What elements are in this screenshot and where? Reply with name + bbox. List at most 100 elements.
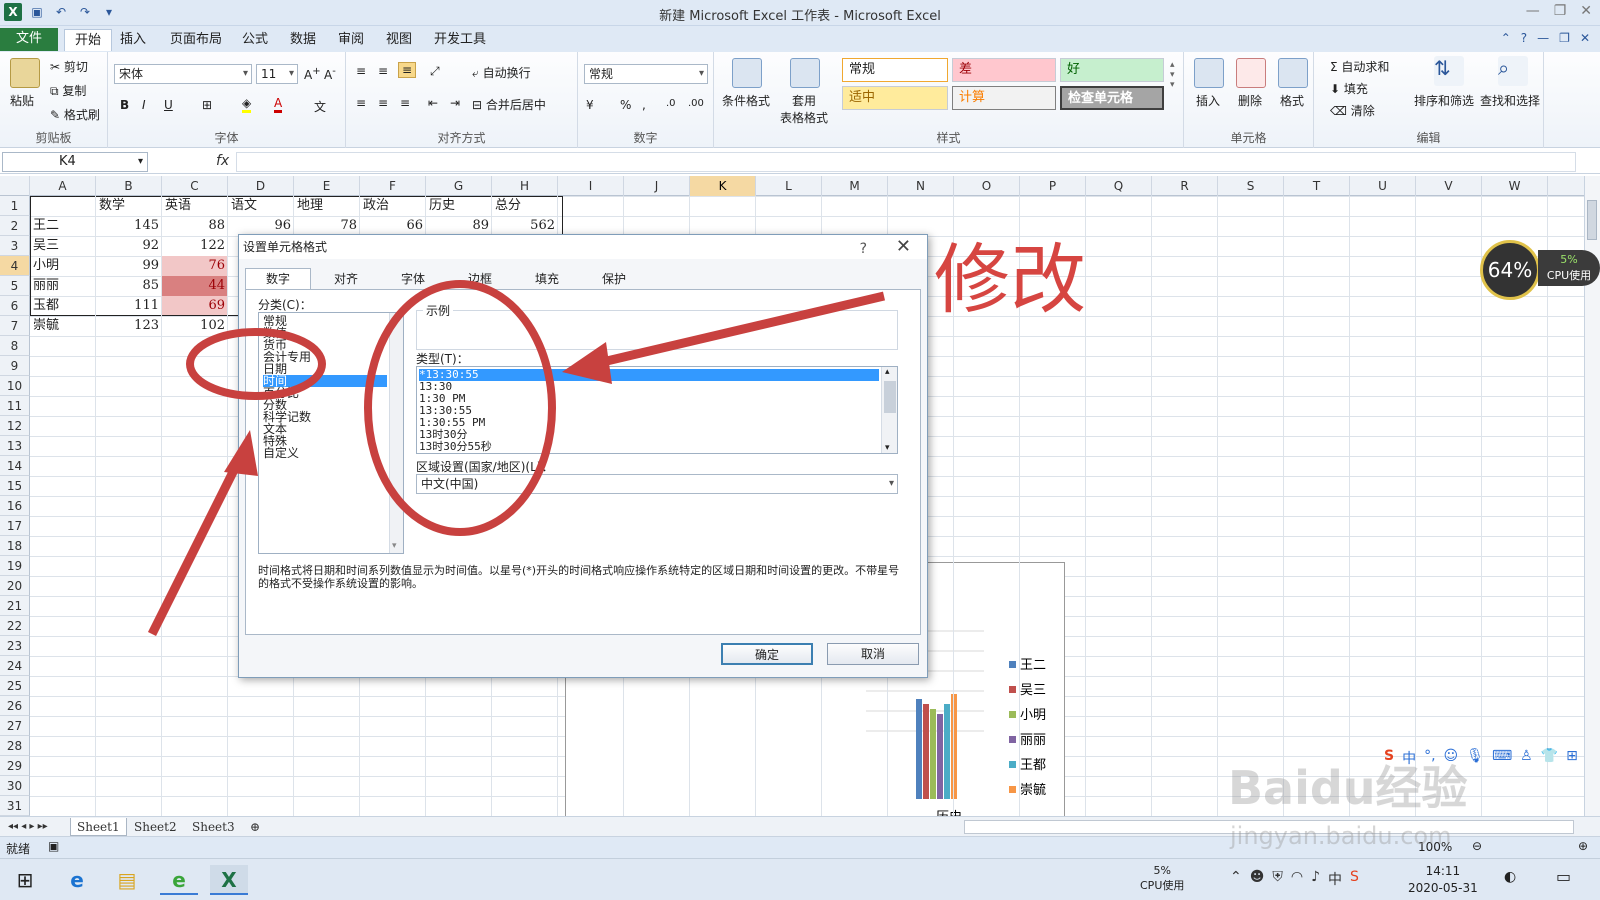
score-cell[interactable]: 123 <box>96 316 162 336</box>
row-header-25[interactable]: 25 <box>0 676 30 696</box>
row-header-5[interactable]: 5 <box>0 276 30 296</box>
tab-formulas[interactable]: 公式 <box>232 29 278 51</box>
align-left-icon[interactable]: ≡ <box>356 96 366 110</box>
name-box[interactable]: K4 <box>2 152 148 172</box>
help-icon[interactable]: ? <box>1521 31 1527 45</box>
sogou-icon[interactable]: S <box>1350 869 1359 889</box>
border-icon[interactable]: ⊞ <box>202 98 212 112</box>
row-header-23[interactable]: 23 <box>0 636 30 656</box>
column-header-i[interactable]: I <box>558 176 624 196</box>
row-header-12[interactable]: 12 <box>0 416 30 436</box>
tray-expand-icon[interactable]: ⌃ <box>1230 869 1242 889</box>
ok-button[interactable]: 确定 <box>721 643 813 665</box>
column-header-f[interactable]: F <box>360 176 426 196</box>
table-header-cell[interactable]: 政治 <box>360 196 426 216</box>
table-cell[interactable] <box>30 196 96 216</box>
doc-close-icon[interactable]: ✕ <box>1580 31 1590 45</box>
column-header-s[interactable]: S <box>1218 176 1284 196</box>
style-neutral[interactable]: 适中 <box>842 86 948 110</box>
styles-scroll-icon[interactable]: ▴ ▾ ▾ <box>1170 60 1175 90</box>
vertical-scroll-thumb[interactable] <box>1587 200 1597 240</box>
collapse-ribbon-icon[interactable]: ⌃ <box>1501 31 1511 45</box>
type-item[interactable]: 13时30分55秒 <box>419 441 879 453</box>
style-check-cell[interactable]: 检查单元格 <box>1060 86 1164 110</box>
dialog-tab-number[interactable]: 数字 <box>245 268 311 290</box>
fill-button[interactable]: ⬇ 填充 <box>1330 80 1368 97</box>
close-window-icon[interactable]: ✕ <box>1580 3 1592 19</box>
column-header-j[interactable]: J <box>624 176 690 196</box>
student-name-cell[interactable]: 吴三 <box>30 236 96 256</box>
type-item[interactable]: 13:30 <box>419 381 879 393</box>
row-header-13[interactable]: 13 <box>0 436 30 456</box>
table-header-cell[interactable]: 语文 <box>228 196 294 216</box>
style-good[interactable]: 好 <box>1060 58 1164 82</box>
ime-menu-icon[interactable]: ⊞ <box>1566 748 1578 768</box>
score-cell[interactable]: 102 <box>162 316 228 336</box>
type-item[interactable]: 1:30:55 PM <box>419 417 879 429</box>
tab-view[interactable]: 视图 <box>376 29 422 51</box>
restore-icon[interactable]: ❐ <box>1554 3 1567 19</box>
column-header-a[interactable]: A <box>30 176 96 196</box>
type-item[interactable]: *13:30:55 <box>419 369 879 381</box>
column-header-n[interactable]: N <box>888 176 954 196</box>
tab-review[interactable]: 审阅 <box>328 29 374 51</box>
paste-button[interactable]: 粘贴 <box>10 92 34 109</box>
sort-filter-icon[interactable]: ⇅ <box>1434 56 1464 86</box>
format-as-table-button[interactable]: 套用 表格格式 <box>780 92 828 126</box>
score-cell[interactable]: 76 <box>162 256 228 276</box>
autosum-button[interactable]: Σ 自动求和 <box>1330 58 1389 75</box>
find-select-icon[interactable]: ⌕ <box>1498 56 1528 86</box>
row-header-20[interactable]: 20 <box>0 576 30 596</box>
type-scroll-up-icon[interactable]: ▴ <box>885 367 890 377</box>
row-header-18[interactable]: 18 <box>0 536 30 556</box>
edge-browser-icon[interactable]: e <box>58 865 96 895</box>
sort-filter-button[interactable]: 排序和筛选 <box>1414 92 1474 109</box>
taskbar-clock[interactable]: 14:11 2020-05-31 <box>1408 863 1478 897</box>
sheet-tab-2[interactable]: Sheet2 <box>128 818 183 836</box>
format-cells-button[interactable]: 格式 <box>1280 92 1304 109</box>
bold-icon[interactable]: B <box>120 98 129 112</box>
score-cell[interactable]: 89 <box>426 216 492 236</box>
number-format-combo[interactable]: 常规 <box>584 64 708 84</box>
zoom-in-icon[interactable]: ⊕ <box>1578 839 1588 853</box>
dialog-tab-border[interactable]: 边框 <box>447 269 513 289</box>
formula-input[interactable] <box>236 152 1576 172</box>
score-cell[interactable]: 69 <box>162 296 228 316</box>
row-header-30[interactable]: 30 <box>0 776 30 796</box>
type-scroll-thumb[interactable] <box>884 381 896 413</box>
sheet-tab-1[interactable]: Sheet1 <box>70 818 127 836</box>
student-name-cell[interactable]: 玉都 <box>30 296 96 316</box>
row-header-7[interactable]: 7 <box>0 316 30 336</box>
increase-decimal-icon[interactable]: .0 <box>666 98 676 109</box>
category-list[interactable]: ▾ 常规 数值 货币 会计专用 日期 时间 百分比 分数 科学记数 文本 特殊 自定义 <box>258 312 404 554</box>
weather-icon[interactable]: ◐ <box>1504 869 1516 885</box>
dialog-help-button[interactable]: ? <box>860 237 867 261</box>
currency-icon[interactable]: ¥ <box>586 98 594 112</box>
paste-icon[interactable] <box>10 58 40 88</box>
column-header-o[interactable]: O <box>954 176 1020 196</box>
zoom-out-icon[interactable]: ⊖ <box>1472 839 1482 853</box>
type-scrollbar[interactable]: ▴ ▾ <box>881 367 897 453</box>
align-bottom-icon[interactable]: ≡ <box>398 62 417 78</box>
column-header-t[interactable]: T <box>1284 176 1350 196</box>
cancel-button[interactable]: 取消 <box>827 643 919 665</box>
format-painter-button[interactable]: ✎ 格式刷 <box>50 106 100 123</box>
column-header-p[interactable]: P <box>1020 176 1086 196</box>
cut-button[interactable]: ✂ 剪切 <box>50 58 88 75</box>
style-normal[interactable]: 常规 <box>842 58 948 82</box>
score-cell[interactable]: 111 <box>96 296 162 316</box>
type-scroll-down-icon[interactable]: ▾ <box>885 443 890 453</box>
row-header-10[interactable]: 10 <box>0 376 30 396</box>
merge-center-button[interactable]: ⊟ 合并后居中 <box>472 96 546 113</box>
column-header-h[interactable]: H <box>492 176 558 196</box>
sheet-nav-icon[interactable]: ◂◂ ◂ ▸ ▸▸ <box>2 818 54 836</box>
score-cell[interactable]: 562 <box>492 216 558 236</box>
notification-icon[interactable]: ▭ <box>1556 867 1571 886</box>
category-scrollbar[interactable]: ▾ <box>389 313 403 553</box>
ime-keyboard-icon[interactable]: ⌨ <box>1492 748 1512 768</box>
dialog-tab-fill[interactable]: 填充 <box>514 269 580 289</box>
category-item[interactable]: 自定义 <box>263 447 387 459</box>
orientation-icon[interactable]: ⤢ <box>430 64 440 79</box>
security-shield-icon[interactable]: ⛨ <box>1272 869 1283 889</box>
style-bad[interactable]: 差 <box>952 58 1056 82</box>
